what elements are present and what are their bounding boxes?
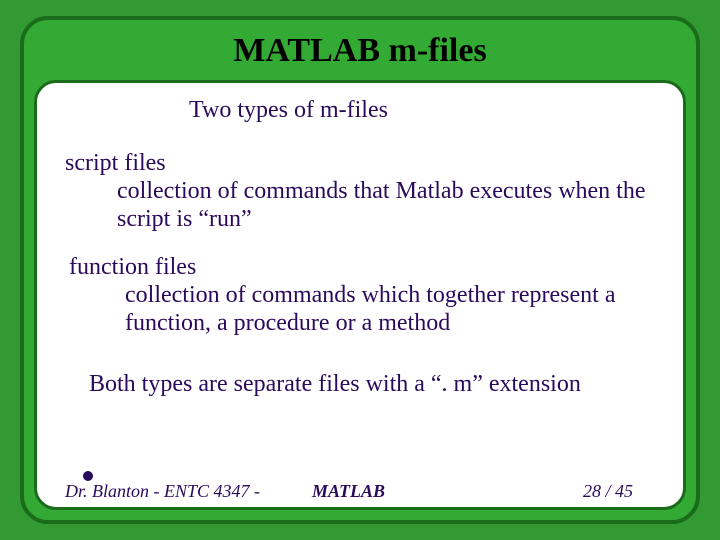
- content-area: Two types of m-files script files collec…: [61, 97, 659, 467]
- footer-topic: MATLAB: [312, 481, 583, 502]
- slide-footer: Dr. Blanton - ENTC 4347 - MATLAB 28 / 45: [65, 477, 633, 505]
- footer-author: Dr. Blanton - ENTC 4347 -: [65, 481, 260, 502]
- footer-page: 28 / 45: [583, 481, 633, 502]
- section-script-label: script files: [65, 150, 659, 177]
- section-function-desc: collection of commands which together re…: [125, 281, 659, 338]
- content-panel: Two types of m-files script files collec…: [34, 80, 686, 510]
- slide-frame: MATLAB m-files Two types of m-files scri…: [20, 16, 700, 524]
- subtitle: Two types of m-files: [189, 97, 659, 124]
- section-function-label: function files: [69, 254, 659, 281]
- title-bar: MATLAB m-files: [24, 20, 696, 82]
- footer-note: Both types are separate files with a “. …: [89, 371, 659, 398]
- section-script-desc: collection of commands that Matlab execu…: [117, 177, 659, 234]
- slide-title: MATLAB m-files: [233, 32, 486, 70]
